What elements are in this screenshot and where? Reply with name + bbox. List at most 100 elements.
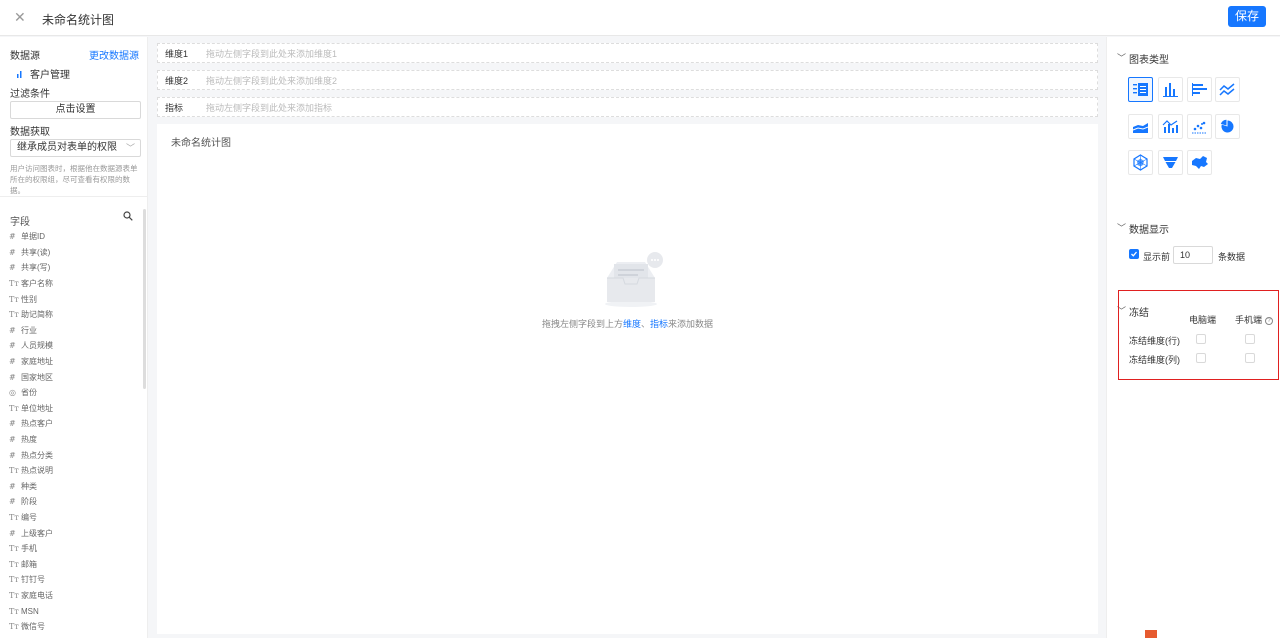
field-item[interactable]: # 共享(读)	[9, 245, 139, 261]
field-item[interactable]: # 种类	[9, 479, 139, 495]
field-item[interactable]: Tт 性别	[9, 291, 139, 307]
field-item[interactable]: # 热度	[9, 432, 139, 448]
field-list-scrollbar[interactable]	[143, 209, 146, 389]
field-item[interactable]: Tт 家庭电话	[9, 588, 139, 604]
field-item[interactable]: Tт MSN	[9, 603, 139, 619]
data-display-section[interactable]: ﹀ 数据显示	[1117, 221, 1169, 236]
field-item[interactable]: # 家庭地址	[9, 354, 139, 370]
field-name: 微信号	[21, 622, 45, 632]
field-type-icon: #	[9, 232, 16, 242]
save-button[interactable]: 保存	[1228, 6, 1266, 27]
freeze-col-mobile-checkbox[interactable]	[1245, 353, 1255, 363]
freeze-row-pc-checkbox[interactable]	[1196, 334, 1206, 344]
field-item[interactable]: # 单据ID	[9, 229, 139, 245]
field-item[interactable]: # 上级客户	[9, 525, 139, 541]
field-item[interactable]: Tт 客户名称	[9, 276, 139, 292]
change-datasource-link[interactable]: 更改数据源	[89, 47, 139, 62]
freeze-section[interactable]: ﹀ 冻结	[1117, 304, 1149, 319]
field-item[interactable]: # 共享(写)	[9, 260, 139, 276]
show-top-count-input[interactable]: 10	[1173, 246, 1213, 264]
field-item[interactable]: # 热点客户	[9, 416, 139, 432]
app-logo-icon	[1145, 630, 1157, 638]
chevron-down-icon: ﹀	[1117, 53, 1127, 63]
chart-type-horizontal-bar[interactable]	[1187, 77, 1212, 102]
field-name: 热点说明	[21, 466, 53, 476]
field-type-icon: #	[9, 341, 16, 351]
field-item[interactable]: # 人员规模	[9, 338, 139, 354]
divider	[0, 196, 148, 197]
dimension2-drop-zone[interactable]: 维度2 拖动左侧字段到此处来添加维度2	[157, 70, 1098, 90]
field-item[interactable]: Tт 助记简称	[9, 307, 139, 323]
field-name: MSN	[21, 606, 39, 616]
field-type-icon: #	[9, 435, 16, 445]
field-name: 共享(读)	[21, 247, 51, 257]
search-icon[interactable]	[123, 211, 133, 221]
chart-type-area[interactable]	[1128, 114, 1153, 139]
chart-type-table[interactable]	[1128, 77, 1153, 102]
metric-drop-zone[interactable]: 指标 拖动左侧字段到此处来添加指标	[157, 97, 1098, 117]
field-item[interactable]: # 阶段	[9, 494, 139, 510]
metric-placeholder: 拖动左侧字段到此处来添加指标	[206, 102, 333, 113]
field-item[interactable]: ◎ 省份	[9, 385, 139, 401]
chart-type-combo[interactable]	[1158, 114, 1183, 139]
data-display-label: 数据显示	[1129, 225, 1169, 236]
chart-type-scatter[interactable]	[1187, 114, 1212, 139]
line-chart-icon	[1219, 83, 1235, 96]
chart-type-radar[interactable]	[1128, 150, 1153, 175]
show-top-checkbox[interactable]	[1129, 249, 1139, 259]
filter-label: 过滤条件	[10, 89, 50, 100]
funnel-chart-icon	[1163, 157, 1178, 168]
freeze-label: 冻结	[1129, 308, 1149, 319]
chart-type-funnel[interactable]	[1158, 150, 1183, 175]
permission-hint: 用户访问图表时，根据他在数据源表单所在的权限组，尽可查看有权限的数据。	[10, 164, 138, 195]
help-icon[interactable]: ?	[1265, 316, 1274, 325]
chart-type-line[interactable]	[1215, 77, 1240, 102]
freeze-col-pc-checkbox[interactable]	[1196, 353, 1206, 363]
field-name: 热点分类	[21, 450, 53, 460]
fetch-permission-select[interactable]: 继承成员对表单的权限 ﹀	[10, 139, 141, 157]
field-item[interactable]: # 国家地区	[9, 369, 139, 385]
chevron-down-icon: ﹀	[1117, 306, 1127, 316]
empty-hint-dimension-link[interactable]: 维度	[623, 319, 641, 329]
field-type-icon: #	[9, 357, 16, 367]
field-name: 行业	[21, 325, 37, 335]
bar-chart-icon	[17, 70, 22, 78]
freeze-row-label: 冻结维度(行)	[1129, 336, 1180, 346]
chart-type-section[interactable]: ﹀ 图表类型	[1117, 51, 1169, 66]
field-item[interactable]: Tт 微信号	[9, 619, 139, 635]
field-name: 钉钉号	[21, 575, 45, 585]
field-item[interactable]: Tт 编号	[9, 510, 139, 526]
dimension1-label: 维度1	[165, 48, 189, 59]
chart-type-bar[interactable]	[1158, 77, 1183, 102]
right-panel: ﹀ 图表类型 ﹀ 数据显示 显示前 10 条数据 ﹀ 冻结 电脑端 手机端 ? …	[1106, 37, 1280, 638]
field-type-icon: #	[9, 372, 16, 382]
field-name: 性别	[21, 294, 37, 304]
field-item[interactable]: Tт 钉钉号	[9, 572, 139, 588]
field-name: 编号	[21, 512, 37, 522]
field-item[interactable]: Tт 邮箱	[9, 556, 139, 572]
dimension1-drop-zone[interactable]: 维度1 拖动左侧字段到此处来添加维度1	[157, 43, 1098, 63]
field-type-icon: #	[9, 247, 16, 257]
datasource-name: 客户管理	[30, 70, 70, 81]
chart-type-map[interactable]	[1187, 150, 1212, 175]
field-type-icon: #	[9, 528, 16, 538]
field-item[interactable]: Tт 热点说明	[9, 463, 139, 479]
field-name: 助记简称	[21, 310, 53, 320]
empty-hint-separator: 、	[640, 319, 650, 329]
fetch-label: 数据获取	[10, 127, 50, 138]
scatter-chart-icon	[1192, 121, 1207, 134]
field-type-icon: #	[9, 450, 16, 460]
field-item[interactable]: Tт 手机	[9, 541, 139, 557]
field-item[interactable]: # 热点分类	[9, 447, 139, 463]
freeze-row-mobile-checkbox[interactable]	[1245, 334, 1255, 344]
close-icon[interactable]: ✕	[14, 8, 28, 26]
empty-hint-metric-link[interactable]: 指标	[650, 319, 668, 329]
field-name: 阶段	[21, 497, 37, 507]
field-item[interactable]: Tт 单位地址	[9, 401, 139, 417]
field-item[interactable]: # 行业	[9, 323, 139, 339]
page-title: 未命名统计图	[42, 13, 115, 27]
dimension1-placeholder: 拖动左侧字段到此处来添加维度1	[206, 48, 338, 59]
field-type-icon: #	[9, 325, 16, 335]
chart-type-pie[interactable]	[1215, 114, 1240, 139]
filter-setup-button[interactable]: 点击设置	[10, 101, 141, 119]
